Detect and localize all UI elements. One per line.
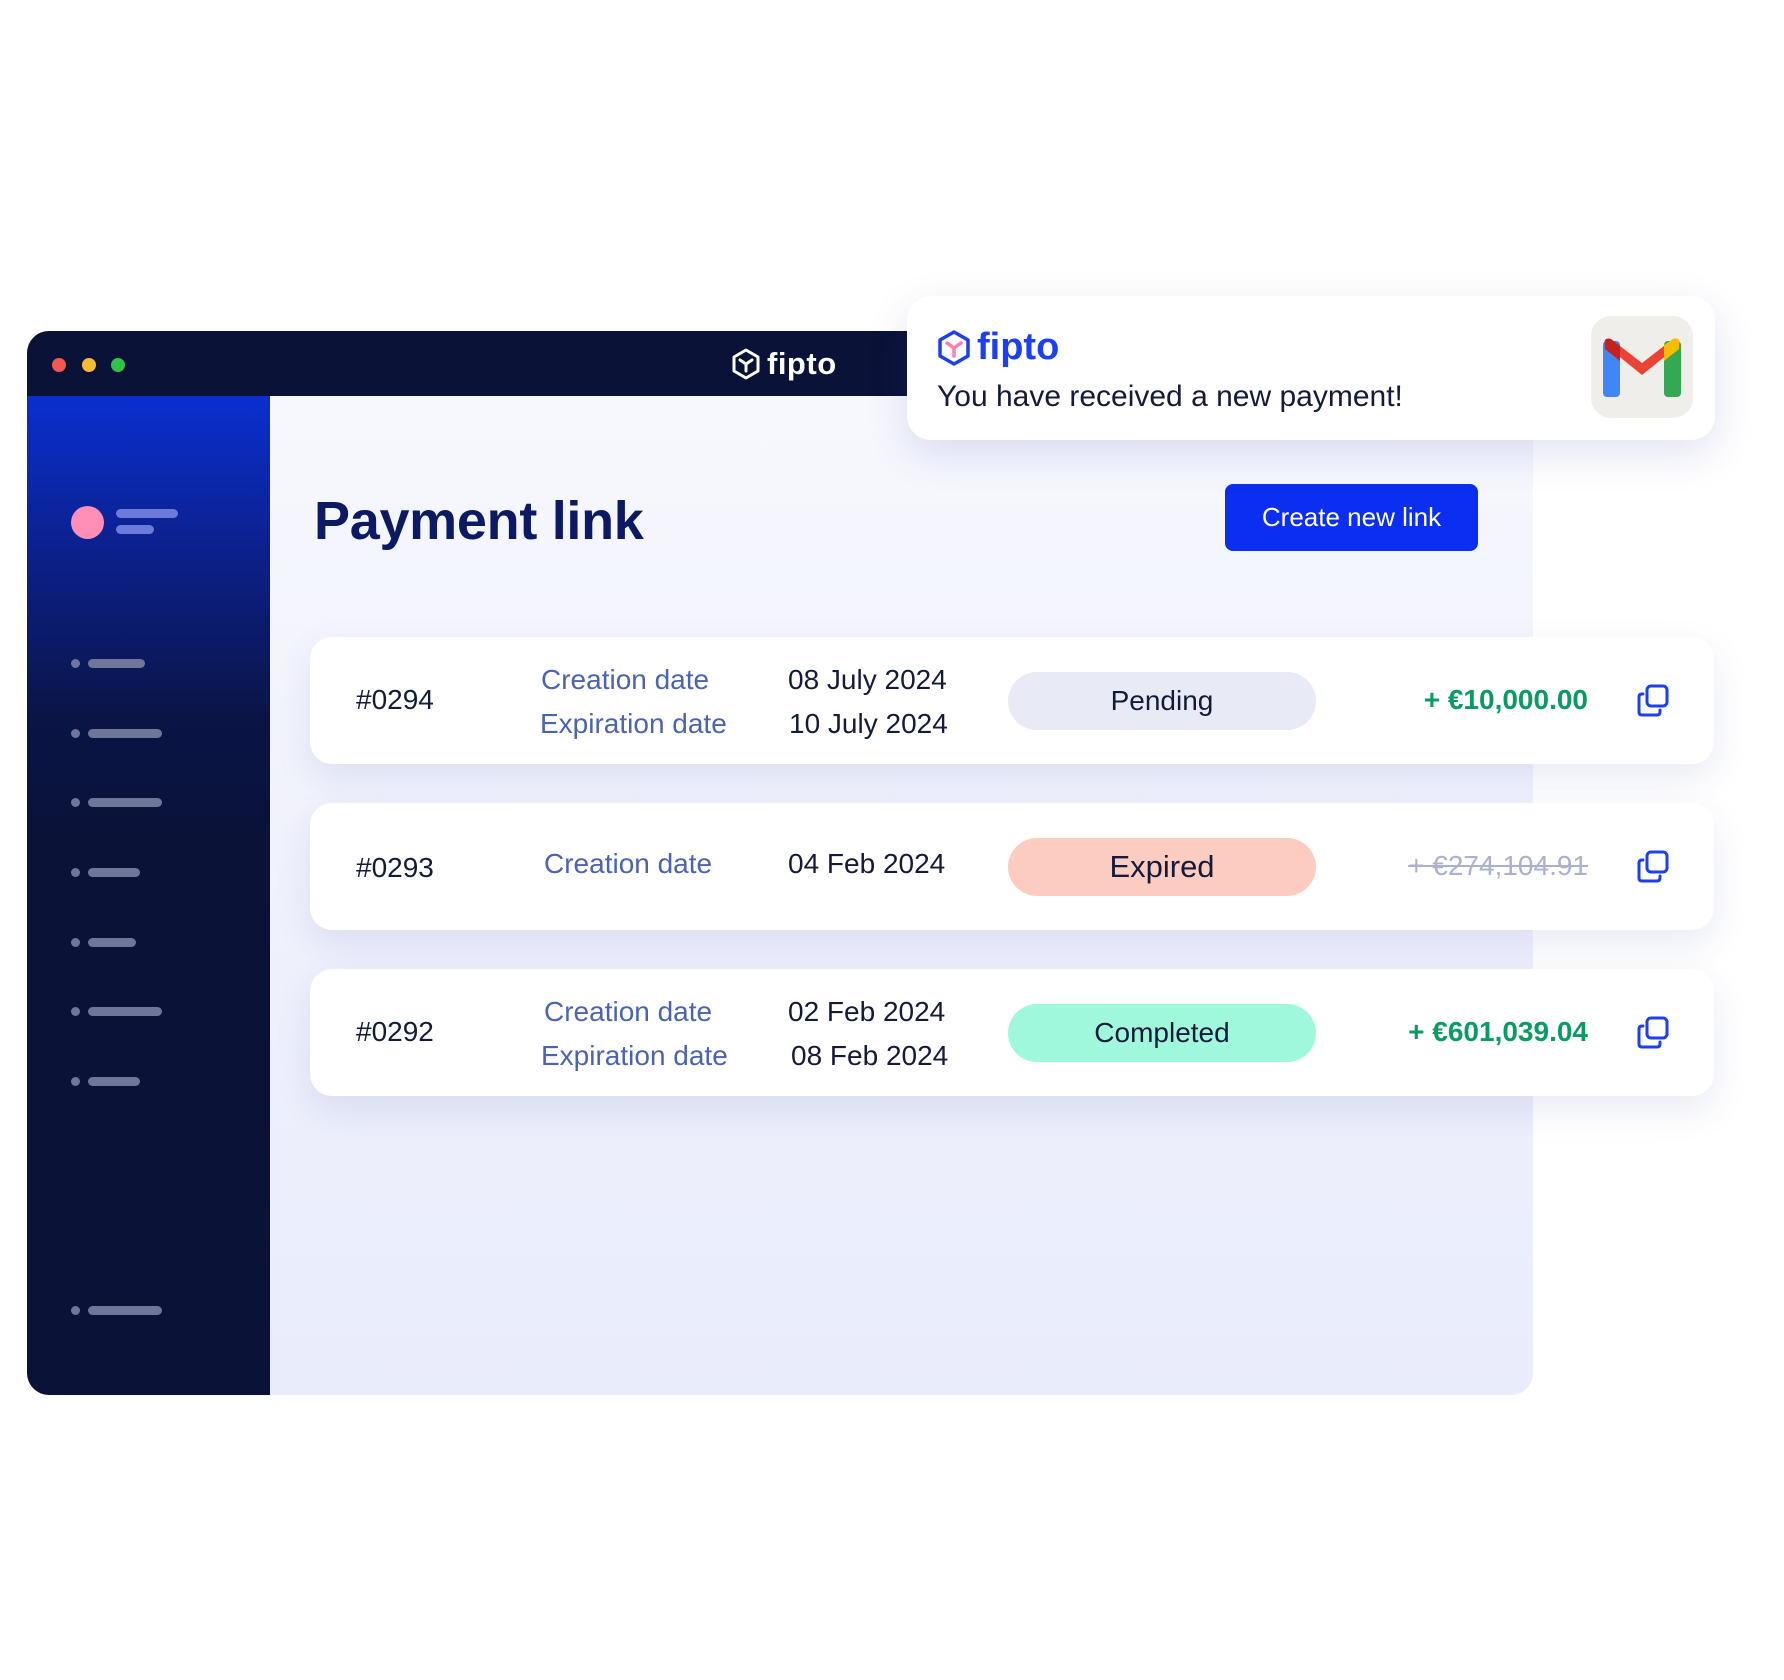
payment-link-id: #0293 bbox=[356, 852, 434, 883]
payment-link-card[interactable]: #0292 Creation date Expiration date 02 F… bbox=[310, 969, 1714, 1096]
creation-date-label: Creation date bbox=[544, 996, 713, 1027]
sidebar-item[interactable] bbox=[71, 867, 140, 877]
notification-logo: fipto bbox=[937, 326, 1059, 369]
user-name-placeholder bbox=[116, 509, 178, 518]
sidebar-item[interactable] bbox=[71, 658, 145, 668]
creation-date-value: 04 Feb 2024 bbox=[788, 848, 946, 879]
fipto-logo-icon bbox=[938, 329, 970, 366]
minimize-window-button[interactable] bbox=[82, 358, 96, 372]
window-logo: fipto bbox=[731, 345, 837, 383]
sidebar-item[interactable] bbox=[71, 937, 136, 947]
sidebar-item[interactable] bbox=[71, 1006, 162, 1016]
payment-link-card[interactable]: #0294 Creation date Expiration date 08 J… bbox=[310, 637, 1714, 764]
expiration-date-value: 08 Feb 2024 bbox=[791, 1040, 949, 1071]
notification-brand-name: fipto bbox=[977, 326, 1060, 368]
sidebar bbox=[27, 396, 270, 1395]
status-badge-pending: Pending bbox=[1008, 672, 1316, 730]
copy-link-icon[interactable] bbox=[1636, 684, 1670, 718]
creation-date-value: 08 July 2024 bbox=[788, 664, 947, 695]
sidebar-item[interactable] bbox=[71, 1076, 140, 1086]
window-brand-name: fipto bbox=[767, 346, 837, 381]
sidebar-item-bottom[interactable] bbox=[71, 1305, 162, 1315]
payment-notification[interactable]: fipto You have received a new payment! bbox=[907, 296, 1715, 440]
status-badge-expired: Expired bbox=[1008, 838, 1316, 896]
copy-link-icon[interactable] bbox=[1636, 1016, 1670, 1050]
payment-amount: + €10,000.00 bbox=[1423, 684, 1588, 715]
close-window-button[interactable] bbox=[52, 358, 66, 372]
creation-date-value: 02 Feb 2024 bbox=[788, 996, 946, 1027]
expiration-date-label: Expiration date bbox=[540, 708, 727, 739]
user-avatar[interactable] bbox=[71, 506, 104, 539]
sidebar-item[interactable] bbox=[71, 797, 162, 807]
user-role-placeholder bbox=[116, 525, 154, 534]
sidebar-item[interactable] bbox=[71, 728, 162, 738]
creation-date-label: Creation date bbox=[544, 848, 713, 879]
expiration-date-value: 10 July 2024 bbox=[789, 708, 948, 739]
notification-message: You have received a new payment! bbox=[937, 380, 1403, 413]
copy-link-icon[interactable] bbox=[1636, 850, 1670, 884]
payment-amount: + €274,104.91 bbox=[1408, 850, 1588, 881]
create-new-link-button[interactable]: Create new link bbox=[1225, 484, 1478, 551]
maximize-window-button[interactable] bbox=[111, 358, 125, 372]
status-badge-completed: Completed bbox=[1008, 1004, 1316, 1062]
payment-link-id: #0292 bbox=[356, 1016, 434, 1047]
payment-link-id: #0294 bbox=[356, 684, 434, 715]
page-title: Payment link bbox=[314, 491, 644, 551]
creation-date-label: Creation date bbox=[541, 664, 710, 695]
payment-link-card[interactable]: #0293 Creation date 04 Feb 2024 Expired … bbox=[310, 803, 1714, 930]
expiration-date-label: Expiration date bbox=[541, 1040, 728, 1071]
fipto-logo-icon bbox=[732, 348, 760, 380]
payment-amount: + €601,039.04 bbox=[1408, 1016, 1588, 1047]
gmail-icon bbox=[1591, 316, 1693, 418]
